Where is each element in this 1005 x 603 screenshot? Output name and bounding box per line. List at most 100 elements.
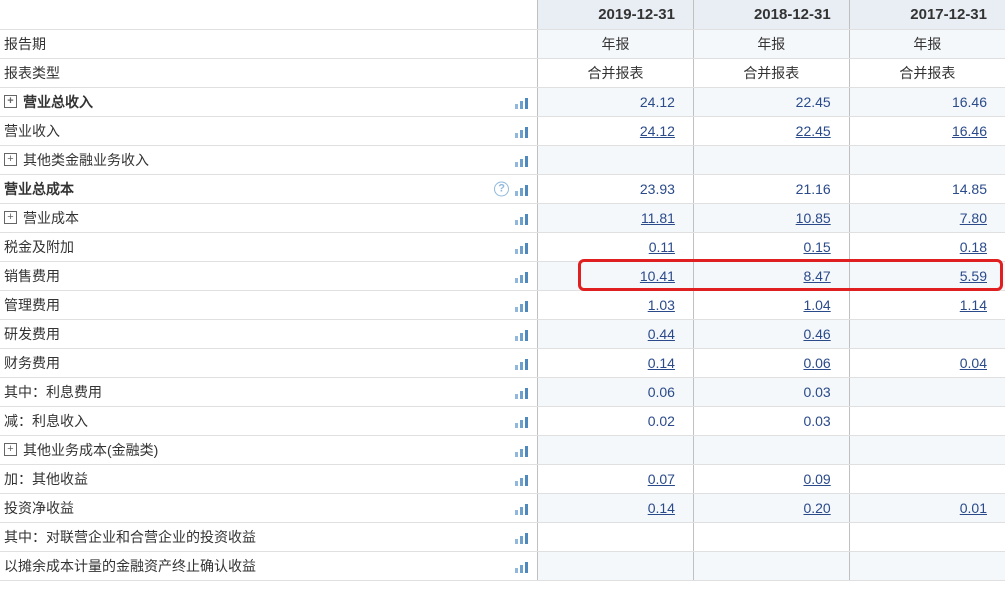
cell-value[interactable]: 0.14 — [538, 493, 694, 522]
bar-chart-icon[interactable] — [515, 299, 529, 311]
bar-chart-icon[interactable] — [515, 270, 529, 282]
bar-chart-icon[interactable] — [515, 531, 529, 543]
row-label-text: 加：其他收益 — [4, 471, 88, 487]
value-text: 24.12 — [640, 94, 675, 110]
row-label-text: 其中：利息费用 — [4, 384, 102, 400]
value-link[interactable]: 1.03 — [648, 297, 675, 313]
cell-value[interactable]: 0.06 — [693, 348, 849, 377]
bar-chart-icon[interactable] — [515, 212, 529, 224]
value-link[interactable]: 1.14 — [960, 297, 987, 313]
value-link[interactable]: 0.46 — [803, 326, 830, 342]
bar-chart-icon[interactable] — [515, 125, 529, 137]
value-link[interactable]: 22.45 — [796, 123, 831, 139]
expand-icon[interactable]: + — [4, 153, 17, 166]
cell-value: 0.06 — [538, 377, 694, 406]
table-row: 以摊余成本计量的金融资产终止确认收益 — [0, 551, 1005, 580]
bar-chart-icon[interactable] — [515, 96, 529, 108]
value-link[interactable]: 0.20 — [803, 500, 830, 516]
cell-value[interactable]: 7.80 — [849, 203, 1005, 232]
cell-value[interactable]: 24.12 — [538, 116, 694, 145]
bar-chart-icon[interactable] — [515, 328, 529, 340]
cell-value[interactable]: 0.01 — [849, 493, 1005, 522]
value-link[interactable]: 0.06 — [803, 355, 830, 371]
bar-chart-icon[interactable] — [515, 473, 529, 485]
value-link[interactable]: 0.09 — [803, 471, 830, 487]
row-label-text: 营业总成本 — [4, 181, 74, 197]
header-blank — [0, 0, 538, 29]
value-link[interactable]: 7.80 — [960, 210, 987, 226]
header-row: 2019-12-31 2018-12-31 2017-12-31 — [0, 0, 1005, 29]
bar-chart-icon[interactable] — [515, 154, 529, 166]
cell-value[interactable]: 0.04 — [849, 348, 1005, 377]
cell-value[interactable]: 22.45 — [693, 116, 849, 145]
cell-value[interactable]: 11.81 — [538, 203, 694, 232]
bar-chart-icon[interactable] — [515, 560, 529, 572]
value-link[interactable]: 0.07 — [648, 471, 675, 487]
cell-value[interactable]: 0.20 — [693, 493, 849, 522]
cell-value: 22.45 — [693, 87, 849, 116]
value-link[interactable]: 10.41 — [640, 268, 675, 284]
cell-value — [538, 145, 694, 174]
expand-icon[interactable]: + — [4, 95, 17, 108]
row-label-text: 其中：对联营企业和合营企业的投资收益 — [4, 529, 256, 545]
col-header-0: 2019-12-31 — [538, 0, 694, 29]
row-label: 研发费用 — [0, 319, 538, 348]
value-link[interactable]: 10.85 — [796, 210, 831, 226]
cell-value — [693, 551, 849, 580]
value-link[interactable]: 1.04 — [803, 297, 830, 313]
table-row: +营业总收入24.1222.4516.46 — [0, 87, 1005, 116]
value-link[interactable]: 16.46 — [952, 123, 987, 139]
cell-value[interactable]: 8.47 — [693, 261, 849, 290]
cell-value[interactable]: 1.03 — [538, 290, 694, 319]
row-label-text: 营业总收入 — [23, 94, 93, 110]
value-link[interactable]: 5.59 — [960, 268, 987, 284]
cell-value[interactable]: 0.14 — [538, 348, 694, 377]
cell-value[interactable]: 0.18 — [849, 232, 1005, 261]
value-link[interactable]: 24.12 — [640, 123, 675, 139]
meta-label: 报告期 — [0, 29, 538, 58]
cell-value[interactable]: 0.15 — [693, 232, 849, 261]
row-label: 税金及附加 — [0, 232, 538, 261]
value-text: 0.02 — [648, 413, 675, 429]
value-link[interactable]: 0.01 — [960, 500, 987, 516]
value-link[interactable]: 0.11 — [649, 239, 675, 255]
cell-value[interactable]: 0.44 — [538, 319, 694, 348]
expand-icon[interactable]: + — [4, 443, 17, 456]
meta-label: 报表类型 — [0, 58, 538, 87]
value-link[interactable]: 0.44 — [648, 326, 675, 342]
row-label-text: 研发费用 — [4, 326, 60, 342]
col-header-1: 2018-12-31 — [693, 0, 849, 29]
table-row: 营业总成本?23.9321.1614.85 — [0, 174, 1005, 203]
value-link[interactable]: 0.04 — [960, 355, 987, 371]
cell-value[interactable]: 0.09 — [693, 464, 849, 493]
cell-value — [538, 435, 694, 464]
cell-value[interactable]: 0.46 — [693, 319, 849, 348]
cell-value[interactable]: 0.11 — [538, 232, 694, 261]
meta-value: 年报 — [538, 29, 694, 58]
row-label: +其他类金融业务收入 — [0, 145, 538, 174]
value-link[interactable]: 0.15 — [803, 239, 830, 255]
cell-value[interactable]: 5.59 — [849, 261, 1005, 290]
value-link[interactable]: 0.18 — [960, 239, 987, 255]
bar-chart-icon[interactable] — [515, 357, 529, 369]
bar-chart-icon[interactable] — [515, 502, 529, 514]
bar-chart-icon[interactable] — [515, 241, 529, 253]
value-link[interactable]: 11.81 — [641, 210, 675, 226]
expand-icon[interactable]: + — [4, 211, 17, 224]
value-link[interactable]: 0.14 — [648, 355, 675, 371]
cell-value[interactable]: 1.04 — [693, 290, 849, 319]
help-icon[interactable]: ? — [494, 181, 509, 196]
bar-chart-icon[interactable] — [515, 415, 529, 427]
cell-value[interactable]: 0.07 — [538, 464, 694, 493]
cell-value[interactable]: 16.46 — [849, 116, 1005, 145]
bar-chart-icon[interactable] — [515, 183, 529, 195]
value-link[interactable]: 8.47 — [803, 268, 830, 284]
cell-value[interactable]: 10.41 — [538, 261, 694, 290]
cell-value[interactable]: 1.14 — [849, 290, 1005, 319]
cell-value — [849, 406, 1005, 435]
table-row: 税金及附加 0.11 0.15 0.18 — [0, 232, 1005, 261]
cell-value[interactable]: 10.85 — [693, 203, 849, 232]
bar-chart-icon[interactable] — [515, 386, 529, 398]
value-link[interactable]: 0.14 — [648, 500, 675, 516]
bar-chart-icon[interactable] — [515, 444, 529, 456]
